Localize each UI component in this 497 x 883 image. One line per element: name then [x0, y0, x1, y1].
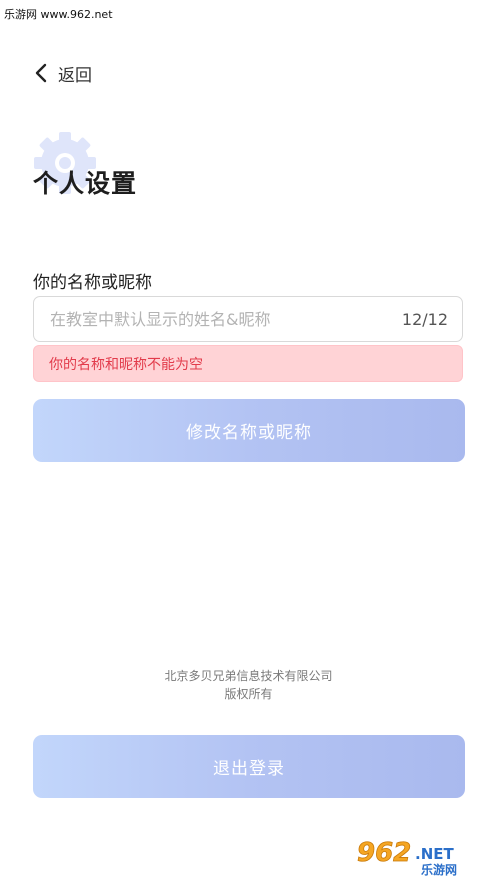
modify-name-button[interactable]: 修改名称或昵称 [33, 399, 465, 462]
chevron-left-icon [34, 60, 54, 86]
copyright-text: 版权所有 [224, 687, 273, 701]
name-input-wrapper: 12/12 [33, 296, 463, 342]
back-button[interactable]: 返回 [34, 60, 92, 86]
company-name: 北京多贝兄弟信息技术有限公司 [164, 669, 333, 683]
footer: 北京多贝兄弟信息技术有限公司 版权所有 [0, 667, 497, 703]
site-watermark-text: 乐游网 www.962.net [4, 8, 113, 21]
back-label: 返回 [58, 65, 92, 86]
svg-text:乐游网: 乐游网 [421, 862, 457, 877]
name-input[interactable] [34, 296, 402, 342]
site-logo: 962 .NET 乐游网 [355, 835, 489, 877]
error-message: 你的名称和昵称不能为空 [33, 345, 463, 382]
svg-text:.NET: .NET [415, 845, 454, 863]
page-title: 个人设置 [33, 169, 138, 198]
svg-text:962: 962 [357, 838, 411, 868]
name-field-label: 你的名称或昵称 [33, 273, 152, 293]
char-counter: 12/12 [401, 309, 448, 329]
logout-button[interactable]: 退出登录 [33, 735, 465, 798]
